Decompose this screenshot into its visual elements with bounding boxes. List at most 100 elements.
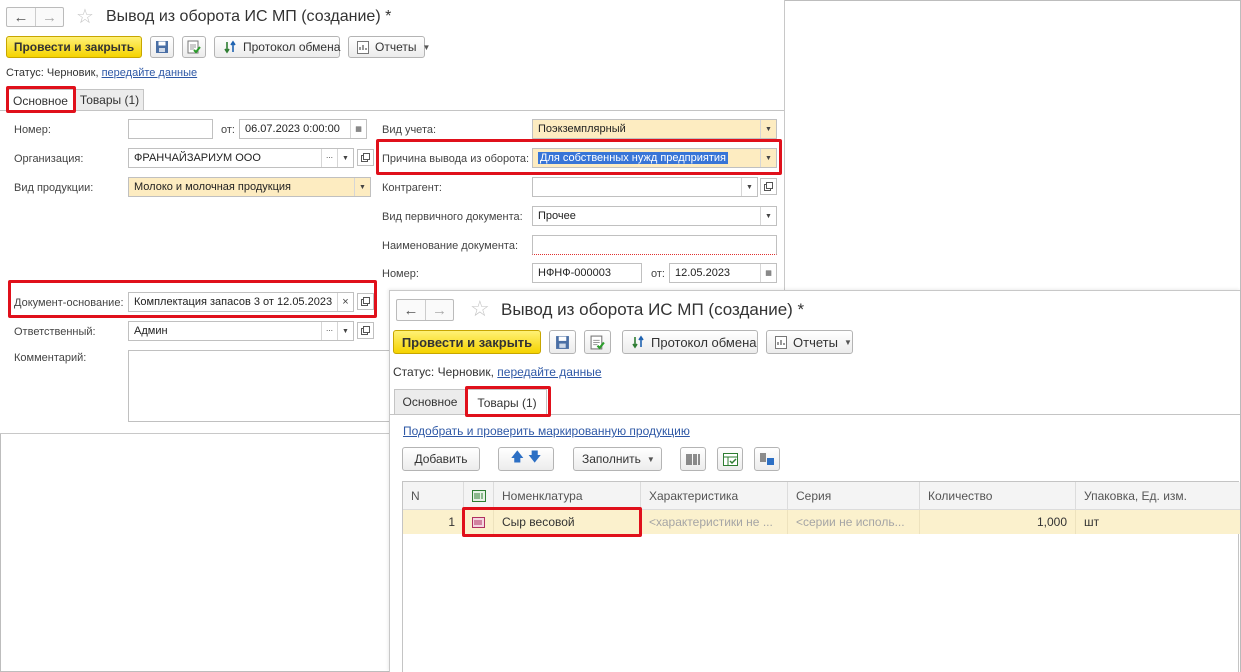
chevron-down-icon[interactable]: ▼ [760, 207, 776, 225]
forward-arrow-icon[interactable]: → [425, 300, 453, 320]
marking-code-icon [759, 453, 774, 465]
number-input[interactable] [128, 119, 213, 139]
accounting-type-label: Вид учета: [382, 124, 437, 136]
favorite-star-icon[interactable]: ☆ [76, 4, 94, 29]
withdrawal-reason-value: Для собственных нужд предприятия [538, 152, 729, 164]
post-document-button[interactable] [584, 330, 611, 354]
column-header-quantity[interactable]: Количество [920, 482, 1076, 510]
chevron-down-icon[interactable]: ▼ [760, 120, 776, 138]
document-date-input[interactable]: 12.05.2023 ▦ [669, 263, 777, 283]
base-document-label: Документ-основание: [14, 297, 124, 309]
table-cell-quantity[interactable]: 1,000 [920, 510, 1076, 534]
withdrawal-reason-field[interactable]: Для собственных нужд предприятия ▼ [532, 148, 777, 168]
post-and-close-button[interactable]: Провести и закрыть [6, 36, 142, 58]
counterparty-field[interactable]: ▼ [532, 177, 758, 197]
comment-textarea[interactable] [128, 350, 390, 422]
column-header-number[interactable]: N [403, 482, 464, 510]
chevron-down-icon[interactable]: ▼ [337, 322, 353, 340]
reports-label: Отчеты [375, 40, 417, 54]
exchange-arrows-icon [632, 335, 644, 349]
table-cell-marking[interactable] [464, 510, 494, 534]
clear-icon[interactable]: × [337, 293, 353, 311]
exchange-log-button[interactable]: Протокол обмена [214, 36, 340, 58]
tab-goods[interactable]: Товары (1) [75, 89, 144, 110]
post-document-icon [590, 335, 605, 349]
tab-main[interactable]: Основное [7, 89, 74, 111]
open-counterparty-button[interactable] [760, 178, 777, 195]
status-label: Статус: [6, 67, 44, 79]
table-cell-characteristic[interactable]: <характеристики не ... [641, 510, 788, 534]
tab-main[interactable]: Основное [394, 389, 466, 414]
check-table-button[interactable] [717, 447, 743, 471]
fill-button[interactable]: Заполнить ▼ [573, 447, 662, 471]
organization-value: ФРАНЧАЙЗАРИУМ ООО [134, 152, 261, 164]
window-title: Вывод из оборота ИС МП (создание) * [106, 8, 392, 25]
organization-field[interactable]: ФРАНЧАЙЗАРИУМ ООО ⋯ ▼ [128, 148, 354, 168]
table-cell-number[interactable]: 1 [403, 510, 464, 534]
column-header-unit[interactable]: Упаковка, Ед. изм. [1076, 482, 1240, 510]
dots-icon[interactable]: ⋯ [321, 322, 337, 340]
move-down-icon[interactable]: 🡇 [528, 448, 541, 470]
base-document-field[interactable]: Комплектация запасов 3 от 12.05.2023 × [128, 292, 354, 312]
comment-label: Комментарий: [14, 352, 87, 364]
exchange-log-button[interactable]: Протокол обмена [622, 330, 758, 354]
marking-column-icon [471, 489, 486, 502]
chevron-down-icon: ▼ [646, 454, 655, 464]
send-data-link[interactable]: передайте данные [102, 67, 198, 79]
document-name-input[interactable] [532, 235, 777, 255]
save-button[interactable] [549, 330, 576, 354]
primary-document-type-field[interactable]: Прочее ▼ [532, 206, 777, 226]
calendar-icon[interactable]: ▦ [350, 120, 366, 138]
favorite-star-icon[interactable]: ☆ [470, 296, 490, 322]
table-cell-series[interactable]: <серии не исполь... [788, 510, 920, 534]
table-cell-unit[interactable]: шт [1076, 510, 1240, 534]
chevron-down-icon[interactable]: ▼ [741, 178, 757, 196]
back-arrow-icon[interactable]: ← [7, 8, 35, 26]
calendar-icon[interactable]: ▦ [760, 264, 776, 282]
pick-marked-products-link[interactable]: Подобрать и проверить маркированную прод… [403, 424, 690, 438]
column-header-nomenclature[interactable]: Номенклатура [494, 482, 641, 510]
responsible-field[interactable]: Админ ⋯ ▼ [128, 321, 354, 341]
tab-goods[interactable]: Товары (1) [467, 389, 547, 415]
send-data-link[interactable]: передайте данные [497, 365, 601, 379]
column-header-series[interactable]: Серия [788, 482, 920, 510]
chevron-down-icon: ▼ [843, 337, 852, 347]
column-header-marking[interactable] [464, 482, 494, 510]
date-input[interactable]: 06.07.2023 0:00:00 ▦ [239, 119, 367, 139]
document-number-input[interactable]: НФНФ-000003 [532, 263, 642, 283]
scan-barcode-button[interactable] [680, 447, 706, 471]
forward-arrow-icon[interactable]: → [35, 8, 63, 26]
status-line: Статус: Черновик, передайте данные [6, 67, 197, 79]
product-type-value: Молоко и молочная продукция [134, 181, 292, 193]
chevron-down-icon[interactable]: ▼ [354, 178, 370, 196]
table-cell-nomenclature[interactable]: Сыр весовой [494, 510, 641, 534]
reports-button[interactable]: Отчеты ▼ [348, 36, 430, 58]
product-type-field[interactable]: Молоко и молочная продукция ▼ [128, 177, 371, 197]
column-header-characteristic[interactable]: Характеристика [641, 482, 788, 510]
post-document-button[interactable] [182, 36, 206, 58]
window-title: Вывод из оборота ИС МП (создание) * [501, 300, 805, 319]
add-button[interactable]: Добавить [402, 447, 480, 471]
status-line: Статус: Черновик, передайте данные [393, 365, 602, 379]
floppy-disk-icon [556, 335, 569, 349]
open-organization-button[interactable] [357, 149, 374, 166]
back-arrow-icon[interactable]: ← [397, 300, 425, 320]
post-document-icon [187, 40, 201, 54]
table-check-icon [722, 452, 738, 466]
open-responsible-button[interactable] [357, 322, 374, 339]
open-base-document-button[interactable] [357, 293, 374, 310]
responsible-label: Ответственный: [14, 326, 96, 338]
chevron-down-icon[interactable]: ▼ [760, 149, 776, 167]
move-up-icon[interactable]: 🡅 [511, 448, 524, 470]
reports-button[interactable]: Отчеты ▼ [766, 330, 853, 354]
number-label: Номер: [14, 124, 51, 136]
save-button[interactable] [150, 36, 174, 58]
marking-codes-button[interactable] [754, 447, 780, 471]
dots-icon[interactable]: ⋯ [321, 149, 337, 167]
chevron-down-icon[interactable]: ▼ [337, 149, 353, 167]
accounting-type-field[interactable]: Поэкземплярный ▼ [532, 119, 777, 139]
product-type-label: Вид продукции: [14, 182, 94, 194]
document-date-value: 12.05.2023 [675, 267, 731, 279]
post-and-close-button[interactable]: Провести и закрыть [393, 330, 541, 354]
counterparty-label: Контрагент: [382, 182, 442, 194]
